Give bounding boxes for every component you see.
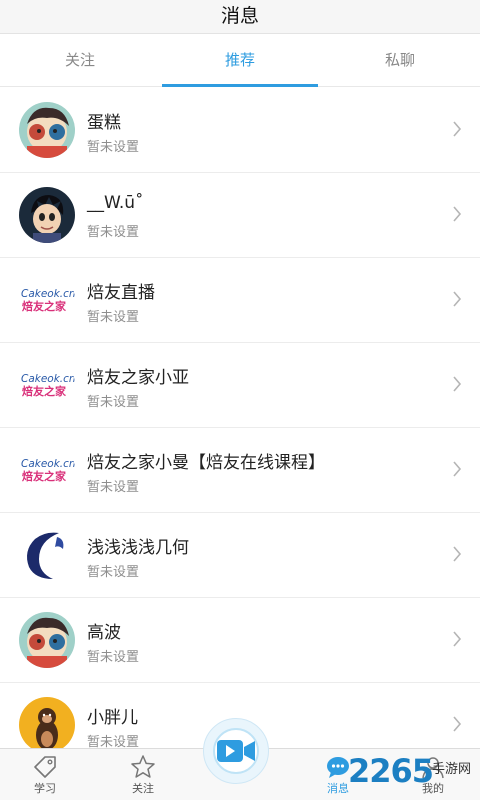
- chevron-right-icon: [453, 206, 462, 222]
- astro-boy-avatar: [19, 187, 75, 243]
- watermark-text: 手游网: [432, 762, 472, 777]
- cartoon-kids-avatar: [19, 102, 75, 158]
- cakeok-logo: Cakeok.cn 焙友之家: [19, 357, 75, 413]
- monkey-avatar: [19, 697, 75, 748]
- watermark: 2265 手游网: [348, 752, 480, 798]
- cartoon-kids-avatar: [19, 612, 75, 668]
- contact-row[interactable]: 浅浅浅浅几何 暂未设置: [0, 513, 480, 598]
- contact-status: 暂未设置: [87, 735, 140, 748]
- chevron-right-icon: [453, 631, 462, 647]
- contact-name: __W.ū˚: [87, 193, 144, 213]
- cakeok-logo: Cakeok.cn 焙友之家: [19, 442, 75, 498]
- video-camera-icon: [217, 740, 255, 762]
- contact-row[interactable]: 蛋糕 暂未设置: [0, 88, 480, 173]
- contact-status: 暂未设置: [87, 140, 140, 155]
- chevron-right-icon: [453, 546, 462, 562]
- logo-chinese-name: 焙友之家: [22, 469, 67, 483]
- chevron-right-icon: [453, 291, 462, 307]
- chevron-right-icon: [453, 376, 462, 392]
- contact-name: 蛋糕: [87, 113, 121, 133]
- contact-name: 焙友之家小亚: [87, 368, 189, 388]
- crescent-silhouette-avatar: [19, 527, 75, 583]
- title-bar: 消息: [0, 0, 480, 34]
- nav-follow[interactable]: 关注: [113, 749, 173, 800]
- contact-row[interactable]: __W.ū˚ 暂未设置: [0, 173, 480, 258]
- tag-icon: [34, 756, 56, 778]
- contact-status: 暂未设置: [87, 565, 140, 580]
- contact-status: 暂未设置: [87, 480, 140, 495]
- contact-name: 浅浅浅浅几何: [87, 538, 189, 558]
- chevron-right-icon: [453, 716, 462, 732]
- chevron-right-icon: [453, 121, 462, 137]
- logo-wordmark: Cakeok.cn: [21, 458, 75, 470]
- chevron-right-icon: [453, 461, 462, 477]
- tab-following[interactable]: 关注: [0, 35, 160, 86]
- nav-study-label: 学习: [34, 782, 56, 795]
- nav-study[interactable]: 学习: [15, 749, 75, 800]
- contact-row[interactable]: Cakeok.cn 焙友之家 焙友之家小曼【焙友在线课程】 暂未设置: [0, 428, 480, 513]
- contact-status: 暂未设置: [87, 310, 140, 325]
- contact-row[interactable]: 高波 暂未设置: [0, 598, 480, 683]
- tab-private-chat[interactable]: 私聊: [320, 35, 480, 86]
- contact-row[interactable]: Cakeok.cn 焙友之家 焙友直播 暂未设置: [0, 258, 480, 343]
- star-icon: [131, 755, 155, 778]
- logo-chinese-name: 焙友之家: [22, 384, 67, 398]
- logo-wordmark: Cakeok.cn: [21, 373, 75, 385]
- contact-list: 蛋糕 暂未设置 __W.ū˚ 暂未设置 Cakeok.cn 焙友之家 焙友直播 …: [0, 88, 480, 748]
- tab-recommended[interactable]: 推荐: [160, 35, 320, 87]
- contact-name: 高波: [87, 623, 121, 643]
- contact-name: 焙友直播: [87, 283, 155, 303]
- contact-name: 焙友之家小曼【焙友在线课程】: [87, 453, 325, 473]
- live-video-button[interactable]: [203, 718, 269, 784]
- tab-bar: 关注 推荐 私聊: [0, 35, 480, 87]
- contact-row[interactable]: Cakeok.cn 焙友之家 焙友之家小亚 暂未设置: [0, 343, 480, 428]
- watermark-number: 2265: [348, 752, 434, 790]
- contact-status: 暂未设置: [87, 395, 140, 410]
- cakeok-logo: Cakeok.cn 焙友之家: [19, 272, 75, 328]
- logo-wordmark: Cakeok.cn: [21, 288, 75, 300]
- nav-follow-label: 关注: [132, 782, 154, 795]
- contact-status: 暂未设置: [87, 650, 140, 665]
- page-title: 消息: [220, 5, 259, 27]
- contact-status: 暂未设置: [87, 225, 140, 240]
- logo-chinese-name: 焙友之家: [22, 299, 67, 313]
- contact-name: 小胖儿: [87, 708, 138, 728]
